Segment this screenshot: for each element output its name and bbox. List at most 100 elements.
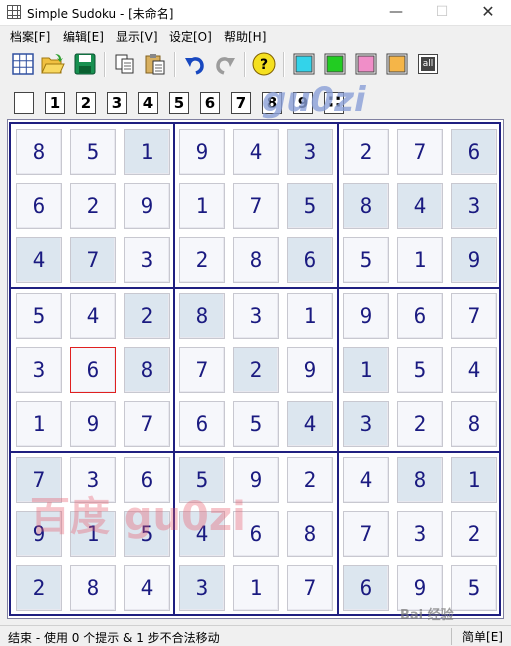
- board-cell[interactable]: 9: [233, 457, 279, 503]
- board-cell[interactable]: 3: [397, 511, 443, 557]
- board-cell[interactable]: 7: [179, 347, 225, 393]
- board-cell[interactable]: 8: [70, 565, 116, 611]
- board-cell[interactable]: 5: [343, 237, 389, 283]
- board-cell[interactable]: 7: [124, 401, 170, 447]
- board-cell[interactable]: 9: [70, 401, 116, 447]
- board-cell[interactable]: 3: [124, 237, 170, 283]
- menu-file[interactable]: 档案[F]: [10, 28, 50, 45]
- board-cell[interactable]: 3: [451, 183, 497, 229]
- board-cell[interactable]: 4: [451, 347, 497, 393]
- board-cell[interactable]: 1: [397, 237, 443, 283]
- board-cell[interactable]: 2: [233, 347, 279, 393]
- board-cell[interactable]: 2: [397, 401, 443, 447]
- board-cell[interactable]: 8: [451, 401, 497, 447]
- board-cell[interactable]: 6: [70, 347, 116, 393]
- menu-options[interactable]: 设定[O]: [169, 28, 212, 45]
- color-orange-button[interactable]: [384, 51, 410, 77]
- board-cell[interactable]: 3: [343, 401, 389, 447]
- board-cell[interactable]: 5: [233, 401, 279, 447]
- board-cell[interactable]: 9: [16, 511, 62, 557]
- digit-3-button[interactable]: 3: [107, 92, 127, 114]
- new-grid-button[interactable]: [10, 51, 36, 77]
- board-cell[interactable]: 7: [233, 183, 279, 229]
- board-cell[interactable]: 1: [451, 457, 497, 503]
- close-button[interactable]: ✕: [465, 0, 511, 25]
- board-cell[interactable]: 1: [343, 347, 389, 393]
- board-cell[interactable]: 3: [16, 347, 62, 393]
- board-cell[interactable]: 5: [287, 183, 333, 229]
- open-button[interactable]: [40, 51, 66, 77]
- undo-button[interactable]: [182, 51, 208, 77]
- save-button[interactable]: [72, 51, 98, 77]
- board-cell[interactable]: 8: [233, 237, 279, 283]
- board-cell[interactable]: 3: [70, 457, 116, 503]
- board-cell[interactable]: 2: [70, 183, 116, 229]
- board-cell[interactable]: 2: [451, 511, 497, 557]
- board-cell[interactable]: 3: [179, 565, 225, 611]
- board-cell[interactable]: 5: [124, 511, 170, 557]
- board-cell[interactable]: 4: [16, 237, 62, 283]
- board-cell[interactable]: 5: [397, 347, 443, 393]
- digit-8-button[interactable]: 8: [262, 92, 282, 114]
- board-cell[interactable]: 8: [287, 511, 333, 557]
- board-cell[interactable]: 2: [179, 237, 225, 283]
- digit-7-button[interactable]: 7: [231, 92, 251, 114]
- board-cell[interactable]: 8: [124, 347, 170, 393]
- board-cell[interactable]: 5: [451, 565, 497, 611]
- board-cell[interactable]: 1: [179, 183, 225, 229]
- board-cell[interactable]: 1: [124, 129, 170, 175]
- board-cell[interactable]: 4: [343, 457, 389, 503]
- board-cell[interactable]: 8: [397, 457, 443, 503]
- board-cell[interactable]: 9: [287, 347, 333, 393]
- board-cell[interactable]: 4: [397, 183, 443, 229]
- digit-6-button[interactable]: 6: [200, 92, 220, 114]
- board-cell[interactable]: 8: [179, 293, 225, 339]
- board-cell[interactable]: 2: [343, 129, 389, 175]
- board-cell[interactable]: 8: [343, 183, 389, 229]
- board-cell[interactable]: 1: [70, 511, 116, 557]
- board-cell[interactable]: 6: [124, 457, 170, 503]
- menu-edit[interactable]: 编辑[E]: [63, 28, 104, 45]
- color-green-button[interactable]: [322, 51, 348, 77]
- board-cell[interactable]: 1: [16, 401, 62, 447]
- board-cell[interactable]: 7: [287, 565, 333, 611]
- board-cell[interactable]: 5: [16, 293, 62, 339]
- digit-2-button[interactable]: 2: [76, 92, 96, 114]
- board-cell[interactable]: 2: [287, 457, 333, 503]
- digit-5-button[interactable]: 5: [169, 92, 189, 114]
- maximize-button[interactable]: ☐: [419, 0, 465, 25]
- paste-button[interactable]: [142, 51, 168, 77]
- board-cell[interactable]: 4: [124, 565, 170, 611]
- board-cell[interactable]: 6: [179, 401, 225, 447]
- board-cell[interactable]: 9: [179, 129, 225, 175]
- minimize-button[interactable]: —: [373, 0, 419, 25]
- color-all-button[interactable]: all: [415, 51, 441, 77]
- board-cell[interactable]: 4: [287, 401, 333, 447]
- board-cell[interactable]: 3: [233, 293, 279, 339]
- digit-4-button[interactable]: 4: [138, 92, 158, 114]
- board-cell[interactable]: 7: [70, 237, 116, 283]
- board-cell[interactable]: 2: [124, 293, 170, 339]
- board-cell[interactable]: 1: [287, 293, 333, 339]
- board-cell[interactable]: 4: [179, 511, 225, 557]
- board-cell[interactable]: 6: [451, 129, 497, 175]
- clear-cell-button[interactable]: [14, 92, 34, 114]
- board-cell[interactable]: 7: [397, 129, 443, 175]
- color-pink-button[interactable]: [353, 51, 379, 77]
- board-cell[interactable]: 9: [451, 237, 497, 283]
- color-cyan-button[interactable]: [291, 51, 317, 77]
- board-cell[interactable]: 7: [451, 293, 497, 339]
- board-cell[interactable]: 6: [343, 565, 389, 611]
- board-cell[interactable]: 3: [287, 129, 333, 175]
- menu-help[interactable]: 帮助[H]: [224, 28, 266, 45]
- board-cell[interactable]: 6: [287, 237, 333, 283]
- redo-button[interactable]: [212, 51, 238, 77]
- board-cell[interactable]: 6: [233, 511, 279, 557]
- board-cell[interactable]: 5: [70, 129, 116, 175]
- board-cell[interactable]: 5: [179, 457, 225, 503]
- menu-view[interactable]: 显示[V]: [116, 28, 158, 45]
- board-cell[interactable]: 9: [343, 293, 389, 339]
- board-cell[interactable]: 9: [397, 565, 443, 611]
- board-cell[interactable]: 4: [233, 129, 279, 175]
- digit-1-button[interactable]: 1: [45, 92, 65, 114]
